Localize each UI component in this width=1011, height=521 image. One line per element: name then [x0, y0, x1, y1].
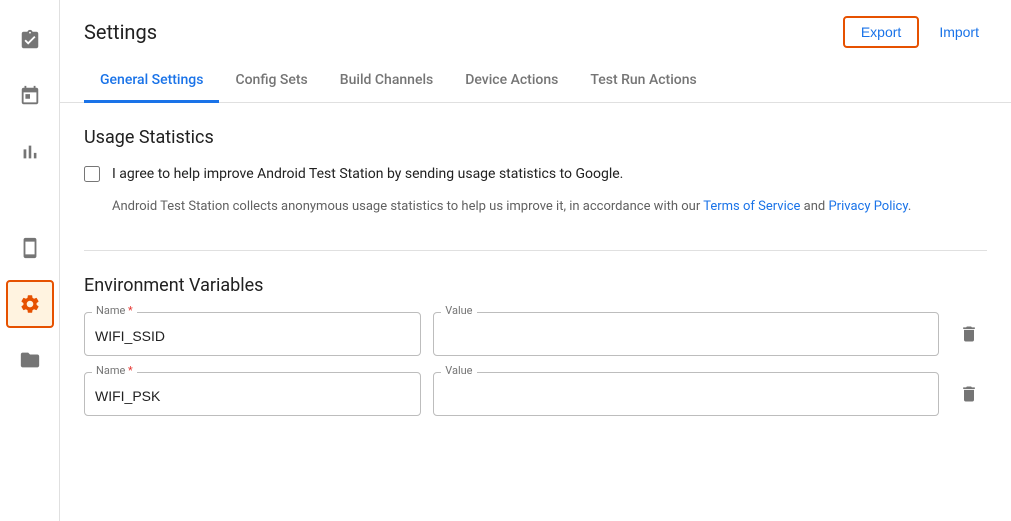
tasks-icon [19, 29, 41, 51]
info-text-before: Android Test Station collects anonymous … [112, 199, 703, 214]
settings-icon [19, 293, 41, 315]
env-value-input-1[interactable] [433, 312, 939, 356]
delete-icon-1 [959, 324, 979, 344]
sidebar-item-device[interactable] [6, 224, 54, 272]
tab-general-settings[interactable]: General Settings [84, 60, 219, 103]
usage-statistics-checkbox-row: I agree to help improve Android Test Sta… [84, 164, 987, 185]
tab-test-run-actions[interactable]: Test Run Actions [574, 60, 712, 103]
tab-build-channels[interactable]: Build Channels [324, 60, 449, 103]
info-text-middle: and [800, 199, 828, 214]
section-divider [84, 250, 987, 251]
env-name-label-1: Name * [92, 304, 137, 317]
header-actions: Export Import [843, 16, 987, 48]
folder-icon [19, 349, 41, 371]
calendar-icon [19, 85, 41, 107]
usage-statistics-title: Usage Statistics [84, 127, 987, 148]
main-content: Settings Export Import General Settings … [60, 0, 1011, 521]
env-variables-title: Environment Variables [84, 275, 987, 296]
env-name-input-1[interactable] [84, 312, 421, 356]
env-value-group-2: Value [433, 372, 939, 416]
env-delete-button-2[interactable] [951, 376, 987, 412]
sidebar-item-tasks[interactable] [6, 16, 54, 64]
env-name-group-2: Name * [84, 372, 421, 416]
tab-config-sets[interactable]: Config Sets [219, 60, 323, 103]
env-row-1: Name * Value [84, 312, 987, 356]
tab-device-actions[interactable]: Device Actions [449, 60, 574, 103]
sidebar-item-analytics[interactable] [6, 128, 54, 176]
tabs: General Settings Config Sets Build Chann… [60, 60, 1011, 103]
privacy-policy-link[interactable]: Privacy Policy [828, 199, 907, 214]
page-title: Settings [84, 20, 157, 44]
sidebar-item-calendar[interactable] [6, 72, 54, 120]
env-name-group-1: Name * [84, 312, 421, 356]
delete-icon-2 [959, 384, 979, 404]
sidebar [0, 0, 60, 521]
env-value-label-1: Value [441, 304, 476, 317]
import-button[interactable]: Import [931, 18, 987, 46]
info-text-after: . [908, 199, 911, 214]
terms-of-service-link[interactable]: Terms of Service [703, 199, 800, 214]
env-value-input-2[interactable] [433, 372, 939, 416]
env-name-input-2[interactable] [84, 372, 421, 416]
header: Settings Export Import [60, 0, 1011, 48]
env-value-label-2: Value [441, 364, 476, 377]
env-value-group-1: Value [433, 312, 939, 356]
usage-statistics-info: Android Test Station collects anonymous … [112, 197, 987, 218]
usage-statistics-checkbox-label: I agree to help improve Android Test Sta… [112, 164, 623, 185]
content-area: Usage Statistics I agree to help improve… [60, 103, 1011, 521]
sidebar-item-settings[interactable] [6, 280, 54, 328]
usage-statistics-section: Usage Statistics I agree to help improve… [84, 127, 987, 218]
sidebar-item-folder[interactable] [6, 336, 54, 384]
env-variables-section: Environment Variables Name * Value [84, 275, 987, 416]
usage-statistics-checkbox[interactable] [84, 166, 100, 182]
env-name-label-2: Name * [92, 364, 137, 377]
analytics-icon [19, 141, 41, 163]
export-button[interactable]: Export [843, 16, 919, 48]
device-icon [19, 237, 41, 259]
env-row-2: Name * Value [84, 372, 987, 416]
env-delete-button-1[interactable] [951, 316, 987, 352]
